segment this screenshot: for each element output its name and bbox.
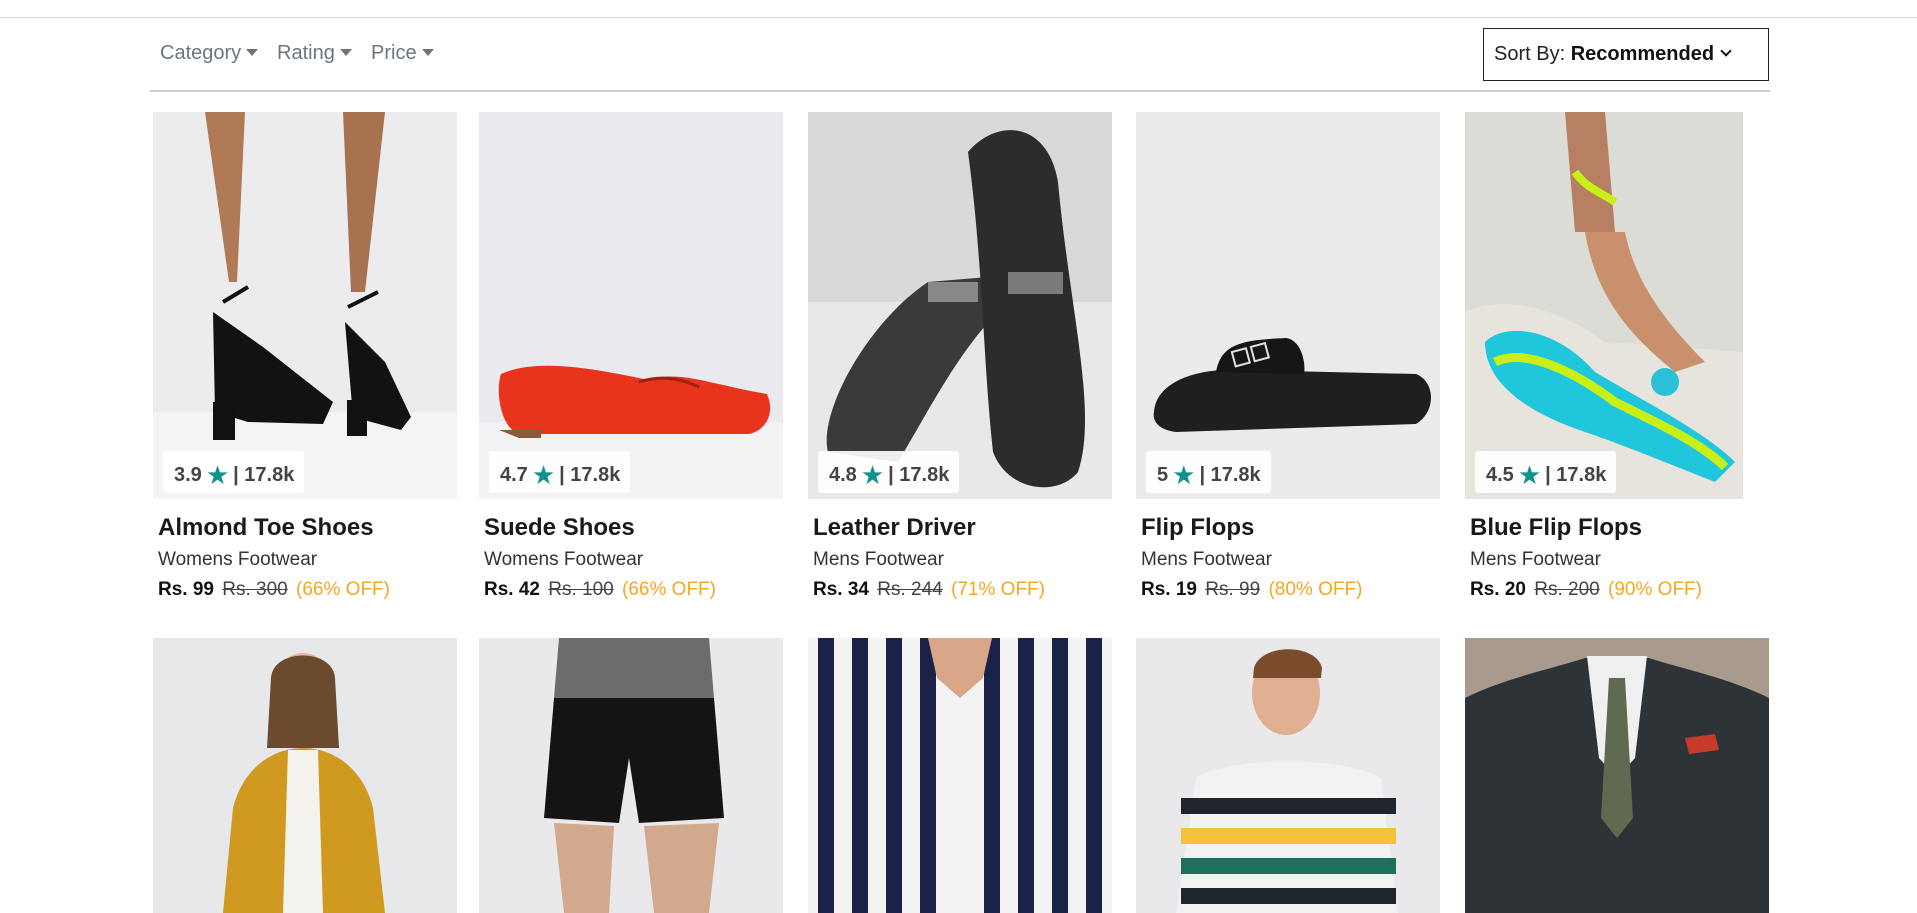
caret-down-icon xyxy=(421,49,434,56)
star-icon: ★ xyxy=(1172,460,1196,490)
review-count: | 17.8k xyxy=(559,464,621,486)
rating-badge: 3.9 ★ | 17.8k xyxy=(163,451,305,493)
star-icon: ★ xyxy=(531,460,556,490)
sort-dropdown[interactable]: Sort By: Recommended xyxy=(1483,28,1769,81)
current-price: Rs. 34 xyxy=(813,579,869,600)
discount-label: (80% OFF) xyxy=(1268,579,1363,600)
category-filter-dropdown[interactable]: Category xyxy=(160,42,259,65)
product-price: Rs. 19 Rs. 99 (80% OFF) xyxy=(1141,579,1362,601)
product-image[interactable] xyxy=(1136,638,1440,913)
product-category: Mens Footwear xyxy=(1470,549,1601,570)
product-image[interactable] xyxy=(808,112,1112,499)
review-count: | 17.8k xyxy=(233,464,295,486)
chevron-down-icon xyxy=(1720,45,1732,57)
product-image[interactable]: ☐☐ xyxy=(1136,112,1440,499)
original-price: Rs. 99 xyxy=(1205,579,1261,600)
rating-value: 5 xyxy=(1157,464,1169,486)
current-price: Rs. 20 xyxy=(1470,579,1526,600)
rating-value: 4.5 xyxy=(1486,464,1514,486)
rating-badge: 5 ★ | 17.8k xyxy=(1146,451,1271,493)
browser-bookmarks-bar xyxy=(0,0,1917,18)
rating-badge: 4.7 ★ | 17.8k xyxy=(489,451,631,493)
review-count: | 17.8k xyxy=(1545,464,1607,486)
current-price: Rs. 42 xyxy=(484,579,540,600)
original-price: Rs. 200 xyxy=(1534,579,1600,600)
discount-label: (66% OFF) xyxy=(622,579,716,600)
product-price: Rs. 20 Rs. 200 (90% OFF) xyxy=(1470,579,1702,601)
rating-value: 4.7 xyxy=(500,464,528,486)
discount-label: (71% OFF) xyxy=(951,579,1045,600)
star-icon: ★ xyxy=(1517,460,1542,490)
original-price: Rs. 100 xyxy=(548,579,614,600)
product-image[interactable] xyxy=(1465,112,1743,499)
discount-label: (66% OFF) xyxy=(296,579,390,600)
product-category: Womens Footwear xyxy=(158,549,318,570)
price-filter-label: Price xyxy=(371,42,417,64)
star-icon: ★ xyxy=(860,460,885,490)
rating-badge: 4.8 ★ | 17.8k xyxy=(818,451,960,493)
review-count: | 17.8k xyxy=(888,464,950,486)
current-price: Rs. 19 xyxy=(1141,579,1197,600)
product-image[interactable] xyxy=(153,638,457,913)
original-price: Rs. 244 xyxy=(877,579,943,600)
product-name[interactable]: Flip Flops xyxy=(1141,514,1254,542)
product-category: Mens Footwear xyxy=(1141,549,1272,570)
filter-bar: Category Rating Price Sort By: Recommend… xyxy=(150,28,1770,92)
product-name[interactable]: Almond Toe Shoes xyxy=(158,514,374,542)
rating-value: 4.8 xyxy=(829,464,857,486)
product-name[interactable]: Blue Flip Flops xyxy=(1470,514,1642,542)
caret-down-icon xyxy=(246,49,259,56)
caret-down-icon xyxy=(339,49,352,56)
product-name[interactable]: Suede Shoes xyxy=(484,514,635,542)
product-image[interactable] xyxy=(1465,638,1769,913)
product-price: Rs. 34 Rs. 244 (71% OFF) xyxy=(813,579,1045,601)
product-image[interactable] xyxy=(153,112,457,499)
review-count: | 17.8k xyxy=(1199,464,1261,486)
rating-value: 3.9 xyxy=(174,464,202,486)
rating-badge: 4.5 ★ | 17.8k xyxy=(1475,451,1617,493)
product-category: Womens Footwear xyxy=(484,549,644,570)
sort-prefix: Sort By: xyxy=(1494,43,1571,65)
product-price: Rs. 42 Rs. 100 (66% OFF) xyxy=(484,579,716,601)
discount-label: (90% OFF) xyxy=(1608,579,1702,600)
product-category: Mens Footwear xyxy=(813,549,944,570)
product-name[interactable]: Leather Driver xyxy=(813,514,976,542)
price-filter-dropdown[interactable]: Price xyxy=(371,42,434,65)
current-price: Rs. 99 xyxy=(158,579,214,600)
star-icon: ★ xyxy=(205,460,230,490)
category-filter-label: Category xyxy=(160,42,242,64)
rating-filter-dropdown[interactable]: Rating xyxy=(277,42,352,65)
product-image[interactable] xyxy=(808,638,1112,913)
product-image[interactable] xyxy=(479,638,783,913)
product-price: Rs. 99 Rs. 300 (66% OFF) xyxy=(158,579,390,601)
sort-value: Recommended xyxy=(1570,43,1715,65)
original-price: Rs. 300 xyxy=(222,579,288,600)
rating-filter-label: Rating xyxy=(277,42,335,64)
product-image[interactable] xyxy=(479,112,783,499)
